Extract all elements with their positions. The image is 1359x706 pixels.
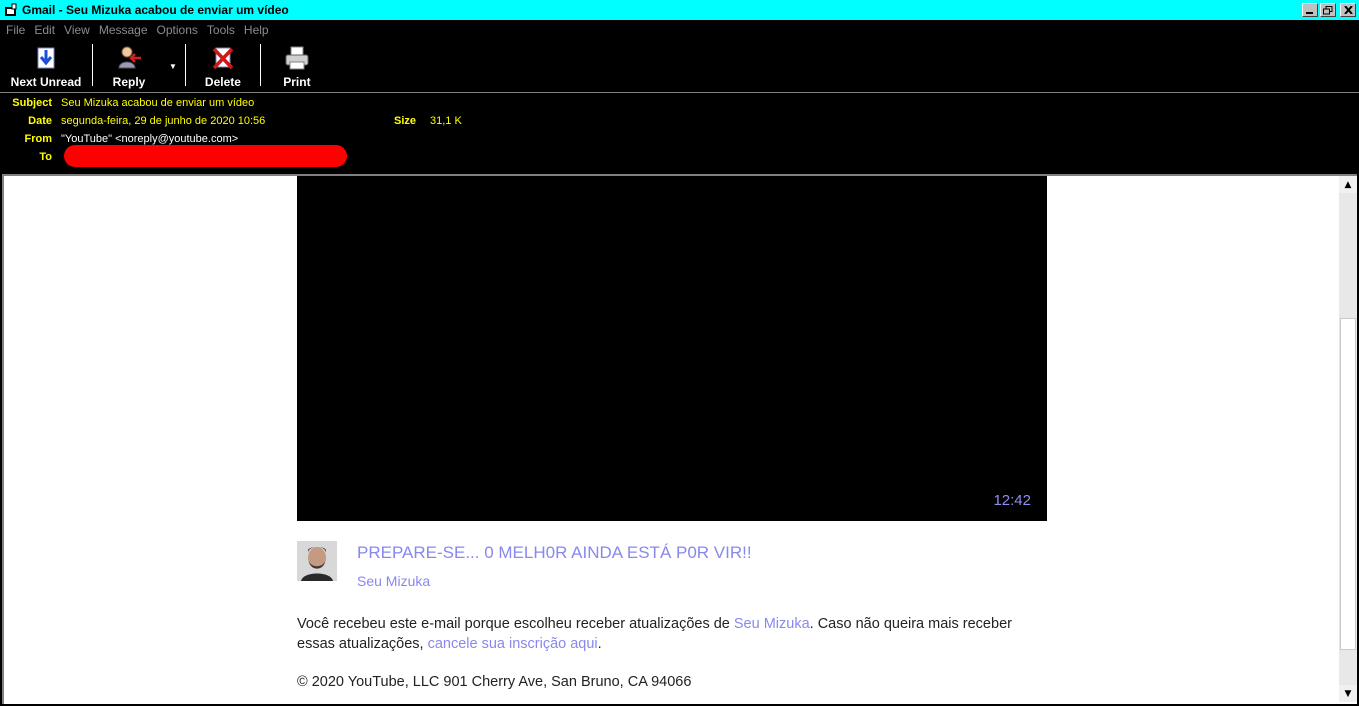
- app-icon: [3, 2, 19, 18]
- message-body: 12:42 PREPARE-SE... 0 MELH0R AINDA ESTÁ …: [2, 174, 1357, 704]
- to-label: To: [39, 151, 52, 163]
- print-button[interactable]: Print: [261, 40, 333, 92]
- copyright-footer: © 2020 YouTube, LLC 901 Cherry Ave, San …: [297, 674, 692, 690]
- printer-icon: [285, 46, 309, 70]
- title-bar: Gmail - Seu Mizuka acabou de enviar um v…: [0, 0, 1359, 20]
- subject-label: Subject: [12, 97, 52, 109]
- notice-text: .: [597, 636, 602, 652]
- reply-icon: [118, 46, 141, 69]
- redacted-recipient: [64, 145, 347, 167]
- menu-file[interactable]: File: [6, 23, 25, 37]
- window-title: Gmail - Seu Mizuka acabou de enviar um v…: [22, 3, 289, 17]
- toolbar-divider: [0, 92, 1359, 93]
- next-unread-button[interactable]: Next Unread: [0, 40, 92, 92]
- channel-name-link[interactable]: Seu Mizuka: [357, 573, 430, 589]
- size-value: 31,1 K: [430, 115, 462, 127]
- reply-label: Reply: [112, 75, 146, 89]
- date-row: Date segunda-feira, 29 de junho de 2020 …: [0, 112, 600, 130]
- scrollbar-thumb[interactable]: [1340, 318, 1356, 650]
- delete-icon: [212, 47, 234, 70]
- delete-label: Delete: [204, 75, 241, 89]
- scroll-down-icon[interactable]: ▼: [1339, 685, 1357, 702]
- notice-text: Você recebeu este e-mail porque escolheu…: [297, 616, 734, 632]
- minimize-icon[interactable]: [1302, 3, 1318, 17]
- menu-options[interactable]: Options: [157, 23, 198, 37]
- reply-dropdown-arrow-icon[interactable]: ▼: [169, 62, 177, 71]
- unsubscribe-link[interactable]: cancele sua inscrição aqui: [428, 636, 598, 652]
- subscription-notice: Você recebeu este e-mail porque escolheu…: [297, 614, 1017, 654]
- maximize-icon[interactable]: [1320, 3, 1336, 17]
- size-label: Size: [394, 115, 417, 127]
- subject-value: Seu Mizuka acabou de enviar um vídeo: [61, 97, 255, 109]
- print-label: Print: [283, 75, 311, 89]
- date-value: segunda-feira, 29 de junho de 2020 10:56: [61, 115, 266, 127]
- next-unread-icon: [37, 47, 55, 69]
- toolbar: Next Unread Reply ▼ Delete Print: [0, 40, 1359, 92]
- video-thumbnail[interactable]: 12:42: [297, 176, 1047, 521]
- next-unread-label: Next Unread: [10, 75, 82, 89]
- menu-edit[interactable]: Edit: [34, 23, 55, 37]
- video-title-link[interactable]: PREPARE-SE... 0 MELH0R AINDA ESTÁ P0R VI…: [357, 543, 752, 563]
- subject-row: Subject Seu Mizuka acabou de enviar um v…: [0, 94, 254, 112]
- close-icon[interactable]: [1340, 3, 1356, 17]
- to-row: To: [0, 148, 61, 166]
- menu-help[interactable]: Help: [244, 23, 269, 37]
- delete-button[interactable]: Delete: [186, 40, 260, 92]
- menu-tools[interactable]: Tools: [207, 23, 235, 37]
- from-value: "YouTube" <noreply@youtube.com>: [61, 133, 239, 145]
- channel-link[interactable]: Seu Mizuka: [734, 616, 810, 632]
- menu-bar: File Edit View Message Options Tools Hel…: [0, 20, 1359, 40]
- menu-message[interactable]: Message: [99, 23, 148, 37]
- from-label: From: [24, 133, 53, 145]
- channel-avatar[interactable]: [297, 541, 337, 581]
- vertical-scrollbar[interactable]: ▲ ▼: [1339, 176, 1357, 702]
- date-label: Date: [28, 115, 52, 127]
- video-duration: 12:42: [993, 492, 1031, 509]
- scroll-up-icon[interactable]: ▲: [1339, 176, 1357, 193]
- menu-view[interactable]: View: [64, 23, 90, 37]
- reply-button[interactable]: Reply: [93, 40, 165, 92]
